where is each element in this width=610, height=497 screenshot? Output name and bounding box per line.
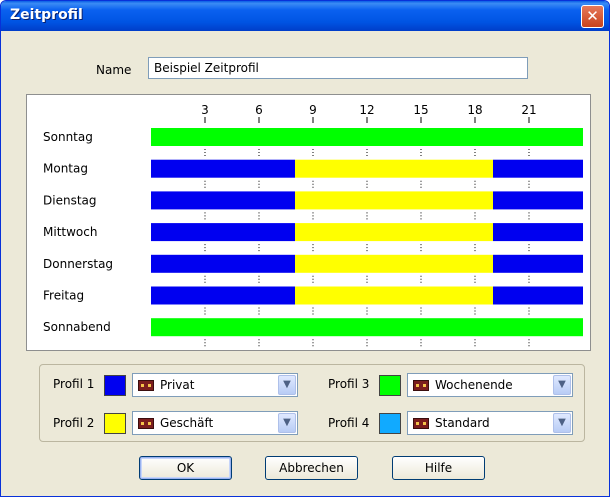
profile-3-select[interactable]: Wochenende ▼: [407, 373, 573, 397]
hour-tick-label: 21: [521, 103, 536, 117]
profile-2-select[interactable]: Geschäft ▼: [132, 411, 298, 435]
schedule-chart[interactable]: 3 6 9 12 15 18 21 Sonntag Montag Dienstag Mittwoch…: [26, 94, 591, 351]
schedule-segment[interactable]: [151, 318, 583, 337]
profile-4-label: Profil 4: [328, 416, 370, 430]
schedule-segment[interactable]: [493, 191, 583, 210]
profile-1-label: Profil 1: [53, 377, 95, 391]
schedule-segment[interactable]: [493, 286, 583, 305]
hour-tick-label: 12: [359, 103, 374, 117]
hour-tick-label: 15: [413, 103, 428, 117]
day-label: Montag: [43, 162, 88, 176]
schedule-segment[interactable]: [151, 286, 295, 305]
mailbox-icon: [413, 380, 429, 391]
profile-1-select[interactable]: Privat ▼: [132, 373, 298, 397]
profile-3-selected-value: Wochenende: [435, 378, 513, 392]
hour-tick-label: 6: [255, 103, 263, 117]
day-label: Sonntag: [43, 130, 93, 144]
close-icon: ✕: [586, 7, 599, 25]
schedule-segment[interactable]: [295, 159, 493, 178]
close-button[interactable]: ✕: [581, 5, 604, 28]
chevron-down-icon[interactable]: ▼: [278, 413, 296, 433]
day-label: Freitag: [43, 289, 84, 303]
schedule-segment[interactable]: [493, 159, 583, 178]
mailbox-icon: [138, 380, 154, 391]
day-label: Donnerstag: [43, 257, 113, 271]
day-label: Dienstag: [43, 193, 97, 207]
schedule-chart-svg[interactable]: 3 6 9 12 15 18 21 Sonntag Montag Dienstag Mittwoch…: [27, 95, 592, 352]
title-bar: Zeitprofil ✕: [1, 1, 609, 31]
zeitprofil-dialog: Zeitprofil ✕ Name Beispiel Zeitprofil 3 6…: [0, 0, 610, 497]
profile-3-color-swatch[interactable]: [379, 375, 401, 396]
schedule-segment[interactable]: [295, 254, 493, 273]
schedule-segment[interactable]: [151, 159, 295, 178]
schedule-segment[interactable]: [151, 128, 583, 146]
schedule-segment[interactable]: [295, 223, 493, 242]
ok-button[interactable]: OK: [139, 456, 232, 480]
schedule-segment[interactable]: [295, 286, 493, 305]
profile-3-label: Profil 3: [328, 377, 370, 391]
schedule-segment[interactable]: [151, 223, 295, 242]
chevron-down-icon[interactable]: ▼: [278, 375, 296, 395]
schedule-segment[interactable]: [295, 191, 493, 210]
mailbox-icon: [413, 418, 429, 429]
profile-4-selected-value: Standard: [435, 416, 490, 430]
profile-1-color-swatch[interactable]: [104, 375, 126, 396]
name-label: Name: [96, 63, 132, 77]
name-input[interactable]: Beispiel Zeitprofil: [148, 57, 528, 79]
profile-2-label: Profil 2: [53, 416, 95, 430]
chevron-down-icon[interactable]: ▼: [553, 413, 571, 433]
schedule-segment[interactable]: [493, 254, 583, 273]
window-title: Zeitprofil: [10, 7, 83, 23]
hour-tick-label: 3: [201, 103, 209, 117]
hour-tick-label: 18: [467, 103, 482, 117]
hour-tick-label: 9: [309, 103, 317, 117]
schedule-segment[interactable]: [493, 223, 583, 242]
profile-1-selected-value: Privat: [160, 378, 195, 392]
cancel-button[interactable]: Abbrechen: [265, 456, 358, 480]
profile-2-selected-value: Geschäft: [160, 416, 214, 430]
profile-4-color-swatch[interactable]: [379, 413, 401, 434]
profile-4-select[interactable]: Standard ▼: [407, 411, 573, 435]
day-label: Sonnabend: [43, 320, 111, 334]
chevron-down-icon[interactable]: ▼: [553, 375, 571, 395]
help-button[interactable]: Hilfe: [392, 456, 485, 480]
day-label: Mittwoch: [43, 225, 97, 239]
schedule-segment[interactable]: [151, 254, 295, 273]
mailbox-icon: [138, 418, 154, 429]
profile-2-color-swatch[interactable]: [104, 413, 126, 434]
schedule-segment[interactable]: [151, 191, 295, 210]
